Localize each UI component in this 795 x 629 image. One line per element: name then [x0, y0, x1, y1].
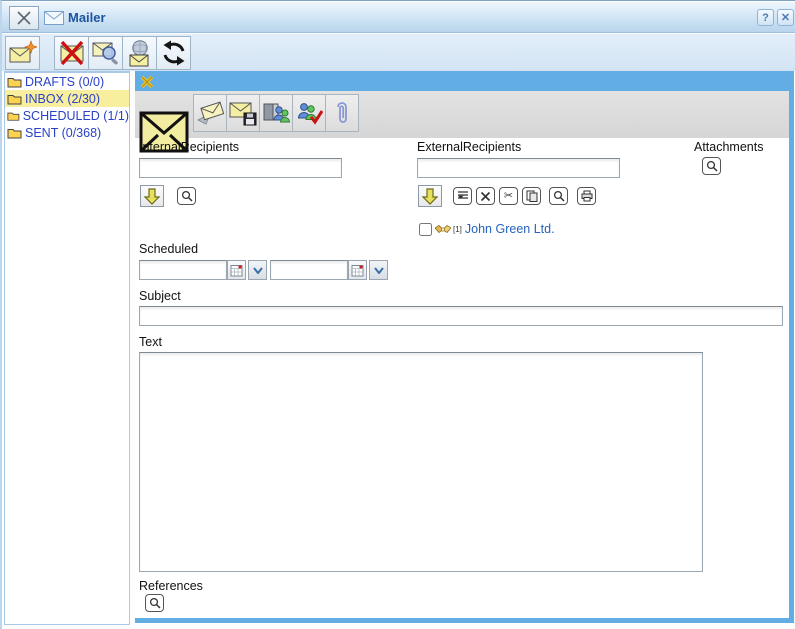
- new-mail-icon: [9, 40, 37, 66]
- folder-icon: [7, 110, 20, 122]
- select-all-icon: [457, 190, 469, 202]
- message-text-area[interactable]: [139, 352, 703, 572]
- handshake-icon: [435, 224, 451, 235]
- window-close-button[interactable]: [9, 6, 39, 30]
- external-copy-button[interactable]: [522, 187, 541, 205]
- scheduled-time-dropdown-button[interactable]: [369, 260, 388, 280]
- panel-close-icon[interactable]: [140, 75, 154, 89]
- x-icon: [480, 191, 491, 202]
- calendar-icon: [351, 264, 364, 277]
- sidebar-item-inbox[interactable]: INBOX (2/30): [5, 90, 129, 107]
- paperclip-icon: [333, 99, 351, 127]
- magnifier-icon: [706, 160, 718, 172]
- send-mail-icon: [196, 100, 224, 126]
- external-recipients-label: ExternalRecipients: [417, 140, 521, 154]
- folder-icon: [7, 127, 22, 139]
- save-draft-button[interactable]: [226, 94, 260, 132]
- folder-label: DRAFTS (0/0): [25, 75, 104, 89]
- save-mail-icon: [229, 100, 257, 126]
- external-select-all-button[interactable]: [453, 187, 472, 205]
- references-label: References: [139, 579, 203, 593]
- search-messages-button[interactable]: [88, 36, 123, 70]
- scheduled-date-picker: [139, 260, 267, 280]
- globe-mail-icon: [126, 40, 154, 67]
- magnifier-icon: [149, 597, 161, 609]
- contacts-check-icon: [295, 100, 323, 126]
- internal-recipients-label: InternalRecipients: [139, 140, 239, 154]
- down-arrow-icon: [422, 188, 438, 205]
- text-label: Text: [139, 335, 162, 349]
- delete-mail-icon: [58, 40, 86, 66]
- address-book-button[interactable]: [259, 94, 293, 132]
- sidebar-item-scheduled[interactable]: SCHEDULED (1/1): [5, 107, 129, 124]
- folder-sidebar: DRAFTS (0/0) INBOX (2/30) SCHEDULED (1/1…: [4, 71, 130, 625]
- main-toolbar: [2, 34, 795, 71]
- internal-recipients-input[interactable]: [139, 158, 342, 178]
- scheduled-date-input[interactable]: [139, 260, 227, 280]
- titlebar-close-button[interactable]: ✕: [777, 9, 794, 26]
- chevron-down-icon: [374, 267, 384, 274]
- recipient-index-marker: [1]: [453, 225, 462, 234]
- internal-add-button[interactable]: [140, 185, 164, 207]
- scheduled-time-input[interactable]: [270, 260, 348, 280]
- help-button[interactable]: ?: [757, 9, 774, 26]
- recipient-checkbox[interactable]: [419, 223, 432, 236]
- internal-search-button[interactable]: [177, 187, 196, 205]
- scheduled-time-picker: [270, 260, 388, 280]
- send-receive-web-button[interactable]: [122, 36, 157, 70]
- magnifier-icon: [553, 190, 565, 202]
- folder-icon: [7, 93, 22, 105]
- mailer-window: Mailer ? ✕: [0, 0, 795, 629]
- address-book-icon: [262, 100, 290, 126]
- scheduled-date-dropdown-button[interactable]: [248, 260, 267, 280]
- refresh-button[interactable]: [156, 36, 191, 70]
- scheduled-time-calendar-button[interactable]: [348, 260, 367, 280]
- mail-icon: [44, 11, 64, 25]
- external-print-button[interactable]: [577, 187, 596, 205]
- scheduled-label: Scheduled: [139, 242, 198, 256]
- help-label: ?: [762, 12, 769, 24]
- close-icon: [15, 10, 33, 26]
- references-search-button[interactable]: [145, 594, 164, 612]
- sidebar-item-drafts[interactable]: DRAFTS (0/0): [5, 73, 129, 90]
- new-message-button[interactable]: [5, 36, 40, 70]
- down-arrow-icon: [144, 188, 160, 205]
- magnifier-icon: [181, 190, 193, 202]
- scheduled-date-calendar-button[interactable]: [227, 260, 246, 280]
- folder-icon: [7, 76, 22, 88]
- folder-label: INBOX (2/30): [25, 92, 100, 106]
- title-bar: Mailer ? ✕: [2, 2, 795, 33]
- recipient-suggestion-row: [1] John Green Ltd.: [419, 222, 555, 236]
- external-search-button[interactable]: [549, 187, 568, 205]
- sidebar-item-sent[interactable]: SENT (0/368): [5, 124, 129, 141]
- refresh-icon: [161, 40, 187, 66]
- compose-panel: InternalRecipients ExternalRecipients: [135, 71, 794, 623]
- attach-file-button[interactable]: [325, 94, 359, 132]
- calendar-icon: [230, 264, 243, 277]
- scissors-icon: ✂: [504, 191, 513, 202]
- subject-input[interactable]: [139, 306, 783, 326]
- folder-label: SENT (0/368): [25, 126, 101, 140]
- external-cut-button[interactable]: ✂: [499, 187, 518, 205]
- window-title: Mailer: [68, 10, 106, 25]
- attachments-label: Attachments: [694, 140, 763, 154]
- panel-toolbar: [135, 91, 789, 138]
- external-delete-button[interactable]: [476, 187, 495, 205]
- recipient-link[interactable]: John Green Ltd.: [465, 222, 555, 236]
- send-message-button[interactable]: [193, 94, 227, 132]
- delete-message-button[interactable]: [54, 36, 89, 70]
- attachments-search-button[interactable]: [702, 157, 721, 175]
- copy-icon: [526, 190, 538, 202]
- select-contacts-button[interactable]: [292, 94, 326, 132]
- search-mail-icon: [92, 40, 120, 66]
- panel-tab-strip: [135, 73, 789, 91]
- printer-icon: [581, 190, 593, 202]
- folder-label: SCHEDULED (1/1): [23, 109, 129, 123]
- external-recipients-input[interactable]: [417, 158, 620, 178]
- subject-label: Subject: [139, 289, 181, 303]
- external-add-button[interactable]: [418, 185, 442, 207]
- chevron-down-icon: [253, 267, 263, 274]
- close-x-label: ✕: [781, 11, 790, 24]
